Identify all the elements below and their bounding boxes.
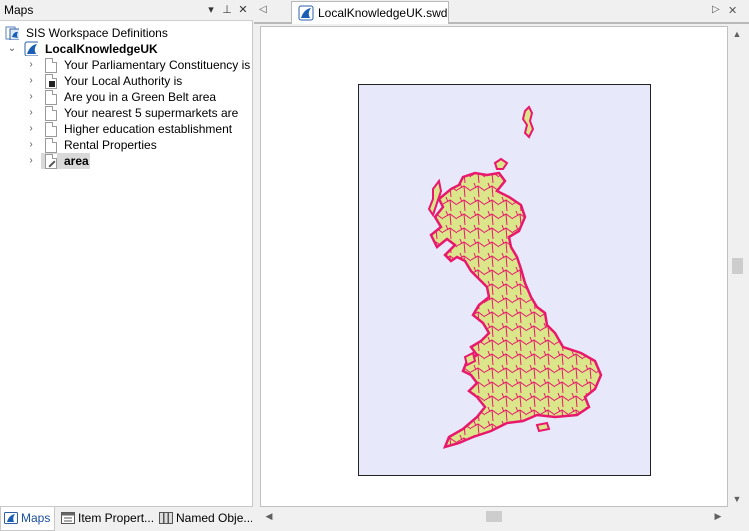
- document-icon: [45, 138, 57, 153]
- tab-item-properties-label: Item Propert...: [78, 511, 154, 525]
- document-close-icon[interactable]: ✕: [728, 4, 737, 17]
- scroll-left-icon[interactable]: ◀: [263, 511, 275, 522]
- chevron-right-icon[interactable]: ›: [26, 137, 36, 153]
- properties-icon: [61, 512, 75, 524]
- scroll-corner: [728, 507, 747, 526]
- isle-of-wight: [535, 421, 551, 433]
- maps-icon: [4, 512, 18, 524]
- tree-item-green-belt[interactable]: › Are you in a Green Belt area: [0, 89, 252, 105]
- tab-scroll-left-icon[interactable]: ◁: [259, 4, 267, 15]
- maps-panel-titlebar: Maps ▾ ⊥ ✕: [0, 0, 253, 21]
- map-frame[interactable]: [358, 84, 651, 476]
- document-icon: [45, 122, 57, 137]
- map-canvas[interactable]: [260, 26, 728, 507]
- maps-panel-title: Maps: [4, 3, 34, 17]
- tree-item-label: area: [64, 154, 89, 168]
- panel-tabs: Maps Item Propert... Named Obje...: [0, 506, 253, 531]
- maps-panel: Maps ▾ ⊥ ✕ SIS Workspace Definitions ⌄ L…: [0, 0, 253, 531]
- chevron-right-icon[interactable]: ›: [26, 73, 36, 89]
- tree-item-higher-education[interactable]: › Higher education establishment: [0, 121, 252, 137]
- chevron-right-icon[interactable]: ›: [26, 89, 36, 105]
- document-tab-label: LocalKnowledgeUK.swd: [318, 6, 448, 20]
- application-window: Maps ▾ ⊥ ✕ SIS Workspace Definitions ⌄ L…: [0, 0, 749, 531]
- document-edit-icon: [45, 154, 57, 169]
- tree-item-label: Your Parliamentary Constituency is: [64, 58, 251, 72]
- tree-item-rental-properties[interactable]: › Rental Properties: [0, 137, 252, 153]
- document-overlay-icon: [45, 74, 57, 89]
- chevron-right-icon[interactable]: ›: [26, 153, 36, 169]
- tab-maps[interactable]: Maps: [0, 507, 55, 531]
- document-area: ◁ LocalKnowledgeUK.swd ▷ ✕ ▲ ▼ ◀ ▶: [254, 0, 749, 531]
- document-tabbar: ◁ LocalKnowledgeUK.swd ▷ ✕: [254, 0, 749, 24]
- scroll-right-icon[interactable]: ▶: [712, 511, 724, 522]
- scroll-down-icon[interactable]: ▼: [731, 494, 743, 504]
- named-objects-icon: [159, 512, 173, 524]
- vertical-scroll-thumb[interactable]: [732, 258, 743, 274]
- chevron-down-icon[interactable]: ⌄: [7, 41, 17, 57]
- swd-file-icon: [298, 5, 314, 21]
- tree-item-label: Your Local Authority is: [64, 74, 183, 88]
- panel-close-icon[interactable]: ✕: [236, 2, 250, 18]
- chevron-right-icon[interactable]: ›: [26, 105, 36, 121]
- panel-pin-icon[interactable]: ⊥: [220, 2, 234, 18]
- scroll-up-icon[interactable]: ▲: [731, 29, 743, 39]
- tree-root[interactable]: SIS Workspace Definitions: [0, 25, 252, 41]
- document-icon: [45, 58, 57, 73]
- shetland-islands: [521, 105, 535, 139]
- workspace-tree: SIS Workspace Definitions ⌄ LocalKnowled…: [0, 22, 252, 506]
- tree-workspace-label: LocalKnowledgeUK: [45, 42, 158, 56]
- panel-dropdown-icon[interactable]: ▾: [204, 2, 218, 18]
- tree-item-label: Your nearest 5 supermarkets are: [64, 106, 239, 120]
- tab-item-properties[interactable]: Item Propert...: [58, 507, 154, 531]
- document-icon: [45, 90, 57, 105]
- tree-item-label: Higher education establishment: [64, 122, 233, 136]
- chevron-right-icon[interactable]: ›: [26, 121, 36, 137]
- tree-item-local-authority[interactable]: › Your Local Authority is: [0, 73, 252, 89]
- tree-item-area[interactable]: › area: [0, 153, 252, 169]
- tree-root-label: SIS Workspace Definitions: [26, 26, 168, 40]
- document-tab[interactable]: LocalKnowledgeUK.swd: [291, 1, 449, 24]
- tree-item-supermarkets[interactable]: › Your nearest 5 supermarkets are: [0, 105, 252, 121]
- vertical-scrollbar[interactable]: ▲ ▼: [728, 26, 747, 507]
- tree-item-constituency[interactable]: › Your Parliamentary Constituency is: [0, 57, 252, 73]
- uk-map[interactable]: [359, 85, 652, 477]
- tab-maps-label: Maps: [21, 511, 51, 525]
- tab-named-objects-label: Named Obje...: [176, 511, 252, 525]
- document-icon: [45, 106, 57, 121]
- tree-item-label: Rental Properties: [64, 138, 157, 152]
- great-britain-mainland: [429, 171, 603, 449]
- workspace-definitions-icon: [5, 26, 19, 40]
- tree-workspace[interactable]: ⌄ LocalKnowledgeUK: [0, 41, 252, 57]
- tab-named-objects[interactable]: Named Obje...: [156, 507, 252, 531]
- horizontal-scroll-thumb[interactable]: [486, 511, 502, 522]
- orkney-islands: [493, 157, 509, 170]
- chevron-right-icon[interactable]: ›: [26, 57, 36, 73]
- tree-item-label: Are you in a Green Belt area: [64, 90, 217, 104]
- horizontal-scrollbar[interactable]: ◀ ▶: [260, 507, 728, 526]
- workspace-icon: [24, 41, 38, 56]
- tab-scroll-right-icon[interactable]: ▷: [712, 4, 720, 15]
